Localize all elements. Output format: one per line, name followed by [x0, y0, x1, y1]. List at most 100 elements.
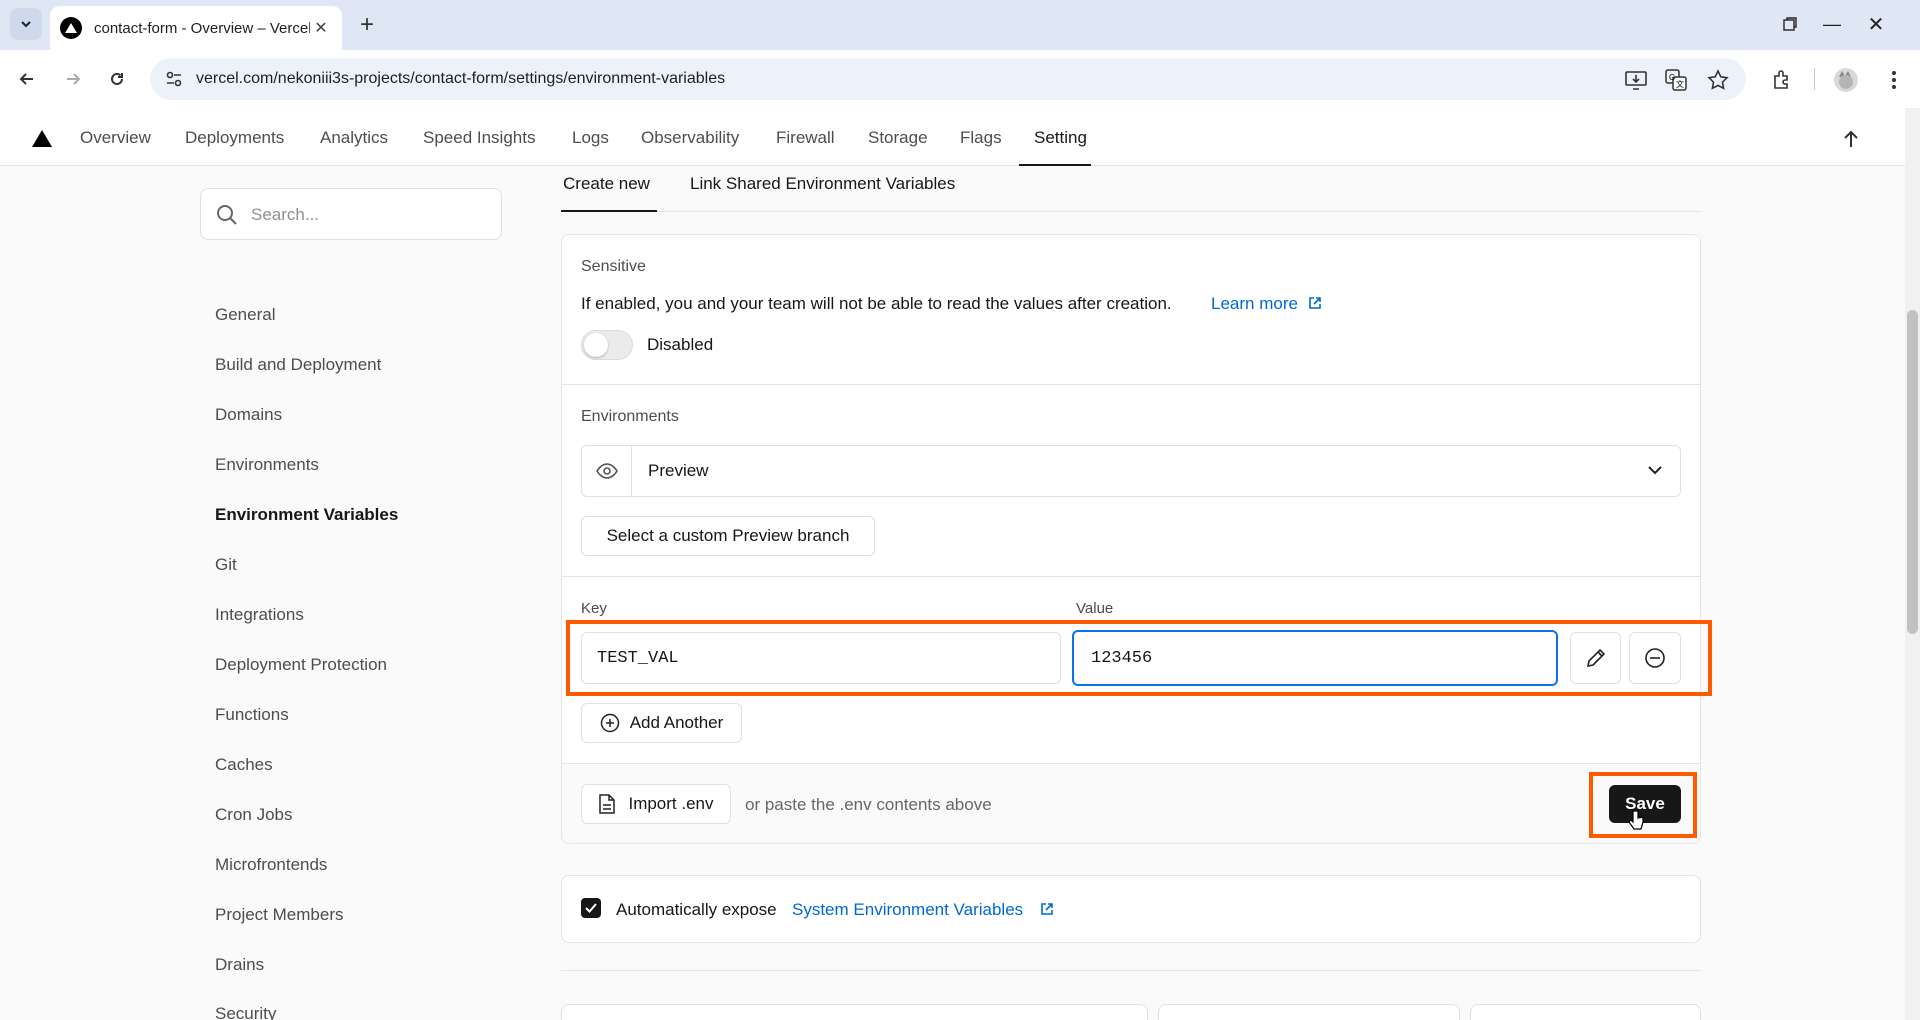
settings-search-input[interactable]: Search...	[200, 188, 502, 240]
install-app-icon[interactable]	[1622, 66, 1650, 94]
new-tab-button[interactable]: +	[352, 10, 382, 40]
extensions-icon[interactable]	[1768, 66, 1796, 94]
sidebar-item-cron-jobs[interactable]: Cron Jobs	[215, 805, 292, 825]
section-divider	[562, 384, 1700, 385]
sensitive-heading: Sensitive	[581, 258, 646, 275]
subtab-divider	[561, 211, 1701, 212]
forward-button[interactable]	[56, 62, 90, 96]
toolbar-divider	[1814, 68, 1815, 90]
active-nav-indicator	[1019, 164, 1091, 166]
address-bar[interactable]: vercel.com/nekoniii3s-projects/contact-f…	[150, 58, 1746, 100]
nav-observability[interactable]: Observability	[641, 128, 739, 148]
chevron-down-icon	[21, 21, 31, 28]
tab-link-shared[interactable]: Link Shared Environment Variables	[690, 174, 955, 194]
sensitive-description: If enabled, you and your team will not b…	[581, 294, 1172, 313]
import-env-label: Import .env	[628, 794, 714, 813]
scrollbar-thumb[interactable]	[1907, 310, 1918, 634]
value-label: Value	[1076, 600, 1114, 617]
close-window-icon[interactable]: ✕	[1858, 8, 1894, 40]
url-text: vercel.com/nekoniii3s-projects/contact-f…	[196, 70, 726, 87]
scroll-to-top-button[interactable]	[1836, 124, 1866, 154]
sidebar-item-microfrontends[interactable]: Microfrontends	[215, 855, 327, 875]
external-link-icon	[1041, 903, 1053, 915]
nav-analytics[interactable]: Analytics	[320, 128, 388, 148]
tab-title: contact-form - Overview – Vercel	[94, 19, 310, 37]
sidebar-item-environments[interactable]: Environments	[215, 455, 319, 475]
bookmark-star-icon[interactable]	[1704, 66, 1732, 94]
auto-expose-checkbox[interactable]	[581, 898, 601, 918]
sensitive-toggle[interactable]	[581, 330, 633, 360]
preview-eye-icon	[582, 446, 632, 496]
highlight-kv-row	[566, 620, 1712, 696]
system-env-vars-link[interactable]: System Environment Variables	[792, 900, 1023, 920]
nav-deployments[interactable]: Deployments	[185, 128, 284, 148]
svg-text:G: G	[1669, 73, 1675, 82]
sidebar-item-deployment-protection[interactable]: Deployment Protection	[215, 655, 387, 675]
environments-heading: Environments	[581, 408, 679, 425]
profile-avatar[interactable]	[1832, 66, 1860, 94]
environments-selected: Preview	[648, 461, 709, 480]
tab-search-dropdown[interactable]	[10, 8, 42, 40]
nav-overview[interactable]: Overview	[80, 128, 151, 148]
sidebar-item-security[interactable]: Security	[215, 1004, 276, 1020]
browser-tab[interactable]: contact-form - Overview – Vercel ✕	[50, 6, 342, 50]
section-divider	[561, 970, 1701, 971]
reload-button[interactable]	[100, 62, 134, 96]
key-label: Key	[581, 600, 607, 617]
vercel-favicon-icon	[60, 17, 82, 39]
close-tab-icon[interactable]: ✕	[310, 17, 332, 39]
sidebar-item-project-members[interactable]: Project Members	[215, 905, 343, 925]
sidebar-item-build-and-deployment[interactable]: Build and Deployment	[215, 355, 381, 375]
sidebar-item-caches[interactable]: Caches	[215, 755, 273, 775]
nav-setting[interactable]: Setting	[1034, 128, 1087, 148]
tab-create-new[interactable]: Create new	[563, 174, 650, 194]
add-another-label: Add Another	[629, 713, 724, 732]
sidebar-item-integrations[interactable]: Integrations	[215, 605, 304, 625]
arrow-left-icon	[19, 73, 33, 85]
external-link-icon	[1309, 297, 1321, 309]
sidebar-item-functions[interactable]: Functions	[215, 705, 289, 725]
chevron-down-icon	[1648, 466, 1662, 475]
checkmark-icon	[585, 903, 597, 913]
file-icon	[599, 794, 616, 814]
nav-logs[interactable]: Logs	[572, 128, 609, 148]
vercel-logo-icon[interactable]	[32, 130, 52, 147]
env-list-select[interactable]	[1158, 1004, 1460, 1020]
chrome-menu-icon[interactable]	[1880, 66, 1908, 94]
plus-circle-icon	[600, 713, 619, 733]
env-list-sort[interactable]	[1470, 1004, 1701, 1020]
sidebar-item-git[interactable]: Git	[215, 555, 237, 575]
minimize-icon[interactable]: —	[1814, 8, 1850, 40]
active-subtab-indicator	[561, 210, 657, 212]
back-button[interactable]	[10, 62, 44, 96]
translate-icon[interactable]: G文	[1662, 66, 1690, 94]
search-icon	[217, 205, 237, 225]
section-divider	[562, 576, 1700, 577]
arrow-right-icon	[67, 73, 81, 85]
custom-preview-branch-button[interactable]: Select a custom Preview branch	[581, 516, 875, 556]
nav-firewall[interactable]: Firewall	[776, 128, 835, 148]
sidebar-item-general[interactable]: General	[215, 305, 275, 325]
environments-select[interactable]: Preview	[581, 445, 1681, 497]
import-env-button[interactable]: Import .env	[581, 784, 731, 824]
restore-window-icon[interactable]	[1774, 8, 1806, 40]
auto-expose-label: Automatically expose	[616, 900, 777, 919]
sidebar-item-drains[interactable]: Drains	[215, 955, 264, 975]
learn-more-link[interactable]: Learn more	[1211, 294, 1298, 314]
nav-storage[interactable]: Storage	[868, 128, 928, 148]
toggle-state-label: Disabled	[647, 335, 714, 354]
env-list-filter[interactable]	[561, 1004, 1148, 1020]
project-nav	[0, 108, 1905, 166]
search-placeholder: Search...	[251, 205, 320, 224]
card-footer	[562, 764, 1700, 843]
add-another-button[interactable]: Add Another	[581, 703, 742, 743]
nav-flags[interactable]: Flags	[960, 128, 1002, 148]
sidebar-item-domains[interactable]: Domains	[215, 405, 282, 425]
arrow-up-icon	[1844, 130, 1858, 147]
nav-speed-insights[interactable]: Speed Insights	[423, 128, 535, 148]
site-settings-icon[interactable]	[162, 67, 186, 91]
paste-hint: or paste the .env contents above	[745, 795, 992, 814]
svg-text:文: 文	[1676, 79, 1684, 89]
reload-icon	[111, 72, 123, 85]
sidebar-item-environment-variables[interactable]: Environment Variables	[215, 505, 398, 525]
